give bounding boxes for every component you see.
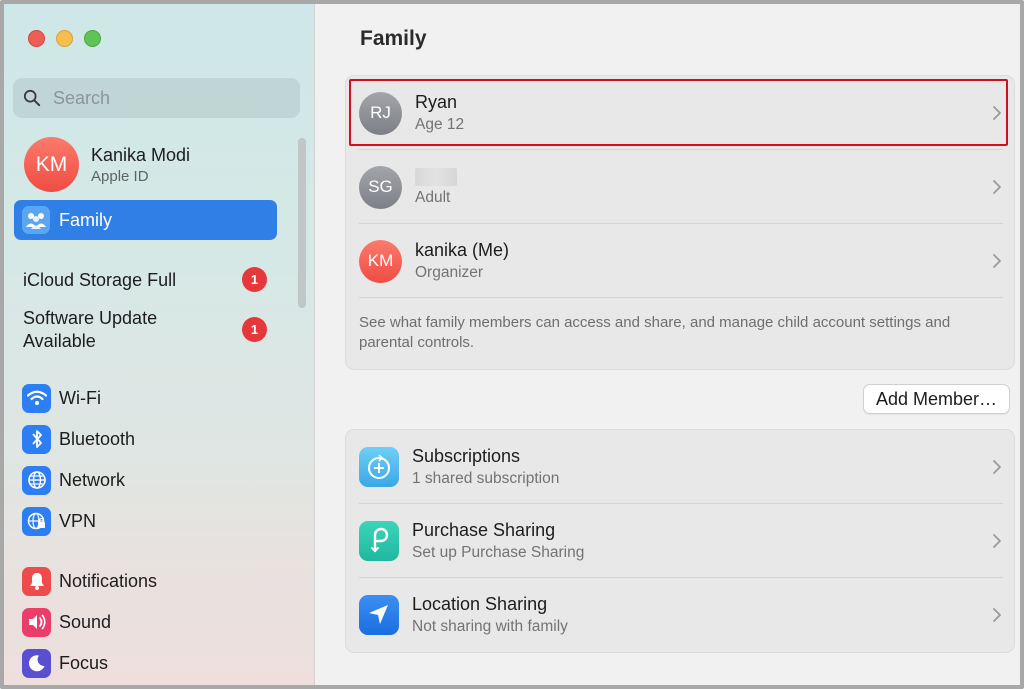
window-controls xyxy=(28,30,101,47)
main-pane: Family RJ Ryan Age 12 SG Adult KM kanika… xyxy=(315,4,1020,685)
sidebar-item-network[interactable]: Network xyxy=(22,464,125,496)
service-title: Location Sharing xyxy=(412,594,548,614)
location-arrow-icon xyxy=(359,595,399,635)
account-subtitle: Apple ID xyxy=(91,167,149,185)
sidebar-item-icloud-storage[interactable]: iCloud Storage Full xyxy=(23,269,176,292)
chevron-right-icon xyxy=(993,180,1001,194)
sidebar-item-label: iCloud Storage Full xyxy=(23,270,177,290)
apple-id-account[interactable]: KM Kanika Modi Apple ID xyxy=(24,137,190,192)
notification-badge: 1 xyxy=(242,267,267,292)
service-title: Purchase Sharing xyxy=(412,520,556,540)
family-services-group: Subscriptions 1 shared subscription Purc… xyxy=(345,429,1015,653)
avatar: KM xyxy=(24,137,79,192)
sidebar-item-label: Focus xyxy=(59,652,109,673)
family-member-row[interactable]: SG Adult xyxy=(346,150,1016,224)
service-title: Subscriptions xyxy=(412,446,521,466)
page-title: Family xyxy=(360,27,427,50)
close-window-button[interactable] xyxy=(28,30,45,47)
redacted-member-name xyxy=(415,167,457,186)
sidebar-item-label: Bluetooth xyxy=(59,428,136,449)
sidebar-item-label: Family xyxy=(59,209,112,230)
service-row-purchase-sharing[interactable]: Purchase Sharing Set up Purchase Sharing xyxy=(346,504,1016,578)
speaker-icon xyxy=(22,607,51,637)
minimize-window-button[interactable] xyxy=(56,30,73,47)
family-member-row[interactable]: KM kanika (Me) Organizer xyxy=(346,224,1016,298)
sidebar: Search KM Kanika Modi Apple ID Family iC… xyxy=(4,4,315,685)
highlight-box xyxy=(349,79,1008,146)
subscriptions-icon xyxy=(359,447,399,487)
family-icon xyxy=(22,206,50,234)
family-members-group: RJ Ryan Age 12 SG Adult KM kanika (Me) O… xyxy=(345,75,1015,370)
bell-icon xyxy=(22,566,51,596)
sidebar-item-sound[interactable]: Sound xyxy=(22,606,111,638)
wifi-icon xyxy=(22,383,51,413)
service-subtitle: Set up Purchase Sharing xyxy=(412,544,585,561)
service-subtitle: Not sharing with family xyxy=(412,618,568,635)
notification-badge: 1 xyxy=(242,317,267,342)
search-icon xyxy=(23,89,41,107)
purchase-sharing-icon xyxy=(359,521,399,561)
service-subtitle: 1 shared subscription xyxy=(412,470,560,487)
search-input[interactable]: Search xyxy=(13,78,300,118)
sidebar-item-bluetooth[interactable]: Bluetooth xyxy=(22,423,135,455)
member-name: kanika (Me) xyxy=(415,240,510,260)
family-description: See what family members can access and s… xyxy=(359,314,951,351)
sidebar-item-label: VPN xyxy=(59,510,97,531)
member-role: Adult xyxy=(415,188,451,206)
sidebar-item-focus[interactable]: Focus xyxy=(22,647,108,679)
sidebar-item-wifi[interactable]: Wi-Fi xyxy=(22,382,101,414)
search-placeholder: Search xyxy=(53,87,111,108)
family-member-row[interactable]: RJ Ryan Age 12 xyxy=(346,76,1016,150)
service-row-subscriptions[interactable]: Subscriptions 1 shared subscription xyxy=(346,430,1016,504)
bluetooth-icon xyxy=(22,424,51,454)
add-member-button[interactable]: Add Member… xyxy=(863,384,1011,414)
sidebar-scrollbar[interactable] xyxy=(298,138,306,308)
sidebar-item-vpn[interactable]: VPN xyxy=(22,505,96,537)
sidebar-item-label: Software Update xyxy=(23,308,158,328)
chevron-right-icon xyxy=(993,534,1001,548)
sidebar-item-label: Wi-Fi xyxy=(59,387,101,408)
avatar: SG xyxy=(359,165,402,209)
sidebar-item-notifications[interactable]: Notifications xyxy=(22,565,157,597)
vpn-icon xyxy=(22,506,51,536)
service-row-location-sharing[interactable]: Location Sharing Not sharing with family xyxy=(346,578,1016,652)
sidebar-item-family[interactable]: Family xyxy=(14,200,277,240)
sidebar-item-software-update[interactable]: Software Update Available xyxy=(23,307,157,353)
sidebar-item-label: Sound xyxy=(59,611,112,632)
avatar: KM xyxy=(359,239,402,283)
sidebar-item-label: Available xyxy=(23,331,96,351)
sidebar-item-label: Network xyxy=(59,469,126,490)
chevron-right-icon xyxy=(993,254,1001,268)
member-role: Organizer xyxy=(415,264,484,281)
globe-icon xyxy=(22,465,51,495)
sidebar-item-label: Notifications xyxy=(59,570,158,591)
chevron-right-icon xyxy=(993,608,1001,622)
zoom-window-button[interactable] xyxy=(84,30,101,47)
moon-icon xyxy=(22,648,51,678)
account-name: Kanika Modi xyxy=(91,144,191,165)
chevron-right-icon xyxy=(993,460,1001,474)
